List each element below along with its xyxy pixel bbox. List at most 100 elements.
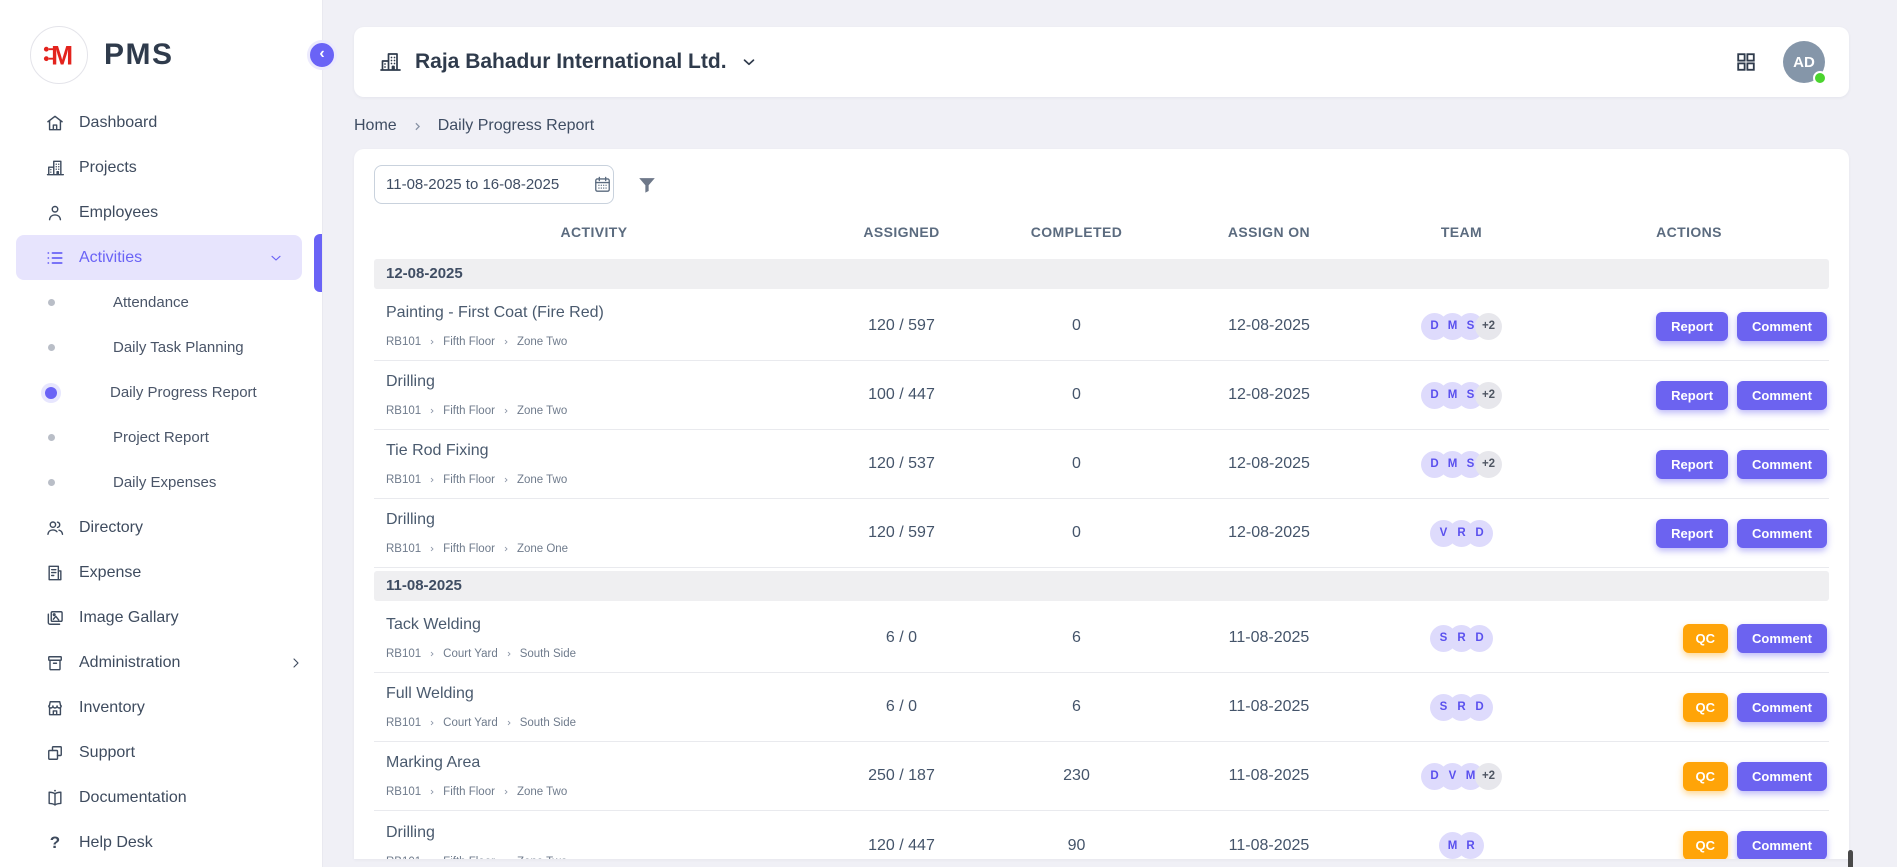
report-button[interactable]: Report bbox=[1656, 450, 1728, 479]
team-extra-badge[interactable]: +2 bbox=[1475, 763, 1502, 790]
company-name: Raja Bahadur International Ltd. bbox=[415, 50, 727, 74]
sidebar-item-administration[interactable]: Administration bbox=[0, 640, 322, 685]
sidebar-item-projects[interactable]: Projects bbox=[0, 145, 322, 190]
comment-button[interactable]: Comment bbox=[1737, 762, 1827, 791]
team-member-badge[interactable]: R bbox=[1457, 832, 1484, 859]
activity-name: Drilling bbox=[386, 511, 814, 529]
sidebar-subitem-label: Project Report bbox=[113, 429, 209, 446]
sidebar-subitem-project-report[interactable]: Project Report bbox=[0, 415, 322, 460]
qc-button[interactable]: QC bbox=[1683, 831, 1729, 859]
qc-button[interactable]: QC bbox=[1683, 693, 1729, 722]
team-member-badge[interactable]: D bbox=[1466, 694, 1493, 721]
chevron-right-icon bbox=[428, 650, 436, 658]
path-segment: Fifth Floor bbox=[443, 543, 495, 555]
team-member-badge[interactable]: D bbox=[1466, 520, 1493, 547]
sidebar-item-help-desk[interactable]: ?Help Desk bbox=[0, 820, 322, 865]
chevron-right-icon bbox=[428, 407, 436, 415]
svg-text:M: M bbox=[51, 41, 73, 71]
activity-cell: Full WeldingRB101Court YardSouth Side bbox=[374, 674, 814, 740]
path-segment: Fifth Floor bbox=[443, 786, 495, 798]
chevron-right-icon bbox=[502, 338, 510, 346]
report-button[interactable]: Report bbox=[1656, 519, 1728, 548]
sidebar-item-expense[interactable]: Expense bbox=[0, 550, 322, 595]
team-avatars: DMS+2 bbox=[1374, 451, 1549, 478]
calendar-icon[interactable] bbox=[593, 175, 612, 194]
user-avatar[interactable]: AD bbox=[1783, 41, 1825, 83]
app-logo: M PMS bbox=[0, 0, 322, 84]
path-segment: RB101 bbox=[386, 405, 421, 417]
main-area: Raja Bahadur International Ltd. AD Home … bbox=[323, 27, 1897, 867]
report-button[interactable]: Report bbox=[1656, 312, 1728, 341]
comment-button[interactable]: Comment bbox=[1737, 450, 1827, 479]
column-header-activity: ACTIVITY bbox=[374, 224, 814, 240]
funnel-icon[interactable] bbox=[636, 174, 658, 196]
table-body: 12-08-2025Painting - First Coat (Fire Re… bbox=[374, 259, 1829, 859]
activity-name: Painting - First Coat (Fire Red) bbox=[386, 304, 814, 322]
actions-cell: Report Comment bbox=[1549, 381, 1829, 410]
breadcrumb-home[interactable]: Home bbox=[354, 117, 397, 135]
activity-cell: DrillingRB101Fifth FloorZone Two bbox=[374, 813, 814, 860]
company-selector[interactable]: Raja Bahadur International Ltd. bbox=[378, 50, 758, 74]
avatar-initials: AD bbox=[1793, 54, 1815, 71]
comment-button[interactable]: Comment bbox=[1737, 831, 1827, 859]
user-icon bbox=[45, 203, 65, 223]
sidebar-item-label: Activities bbox=[79, 249, 254, 267]
table-row: Marking AreaRB101Fifth FloorZone Two250 … bbox=[374, 742, 1829, 811]
sidebar-item-employees[interactable]: Employees bbox=[0, 190, 322, 235]
path-segment: South Side bbox=[520, 717, 576, 729]
qc-button[interactable]: QC bbox=[1683, 762, 1729, 791]
activity-location-path: RB101Fifth FloorZone Two bbox=[386, 856, 814, 860]
sidebar-item-support[interactable]: Support bbox=[0, 730, 322, 775]
sidebar-item-label: Administration bbox=[79, 654, 274, 672]
activity-name: Tie Rod Fixing bbox=[386, 442, 814, 460]
sidebar-item-directory[interactable]: Directory bbox=[0, 505, 322, 550]
bullet-icon bbox=[48, 299, 55, 306]
assigned-value: 120 / 537 bbox=[814, 455, 989, 473]
actions-cell: Report Comment bbox=[1549, 519, 1829, 548]
activity-location-path: RB101Court YardSouth Side bbox=[386, 648, 814, 660]
comment-button[interactable]: Comment bbox=[1737, 519, 1827, 548]
activity-location-path: RB101Fifth FloorZone Two bbox=[386, 474, 814, 486]
team-extra-badge[interactable]: +2 bbox=[1475, 313, 1502, 340]
activity-cell: DrillingRB101Fifth FloorZone Two bbox=[374, 362, 814, 428]
assign-on-date: 12-08-2025 bbox=[1164, 386, 1374, 404]
chevron-right-icon bbox=[428, 788, 436, 796]
comment-button[interactable]: Comment bbox=[1737, 693, 1827, 722]
path-segment: RB101 bbox=[386, 648, 421, 660]
sidebar-item-label: Documentation bbox=[79, 789, 304, 807]
sidebar-item-inventory[interactable]: Inventory bbox=[0, 685, 322, 730]
sidebar-item-documentation[interactable]: Documentation bbox=[0, 775, 322, 820]
receipt-icon bbox=[45, 563, 65, 583]
users-icon bbox=[45, 518, 65, 538]
sidebar-subitem-daily-task-planning[interactable]: Daily Task Planning bbox=[0, 325, 322, 370]
chevron-right-icon bbox=[502, 476, 510, 484]
sidebar-item-image-gallary[interactable]: Image Gallary bbox=[0, 595, 322, 640]
sidebar-subitem-daily-expenses[interactable]: Daily Expenses bbox=[0, 460, 322, 505]
report-button[interactable]: Report bbox=[1656, 381, 1728, 410]
date-group-header: 12-08-2025 bbox=[374, 259, 1829, 289]
team-extra-badge[interactable]: +2 bbox=[1475, 451, 1502, 478]
sidebar-subitem-daily-progress-report[interactable]: Daily Progress Report bbox=[0, 370, 322, 415]
sidebar-subitem-attendance[interactable]: Attendance bbox=[0, 280, 322, 325]
chevron-down-icon bbox=[268, 250, 284, 266]
comment-button[interactable]: Comment bbox=[1737, 381, 1827, 410]
completed-value: 6 bbox=[989, 698, 1164, 716]
sidebar-item-dashboard[interactable]: Dashboard bbox=[0, 100, 322, 145]
comment-button[interactable]: Comment bbox=[1737, 624, 1827, 653]
table-row: Painting - First Coat (Fire Red)RB101Fif… bbox=[374, 292, 1829, 361]
qc-button[interactable]: QC bbox=[1683, 624, 1729, 653]
activity-location-path: RB101Fifth FloorZone Two bbox=[386, 405, 814, 417]
assign-on-date: 11-08-2025 bbox=[1164, 698, 1374, 716]
bullet-icon bbox=[48, 344, 55, 351]
bullet-icon bbox=[45, 387, 57, 399]
team-member-badge[interactable]: D bbox=[1466, 625, 1493, 652]
grid-icon[interactable] bbox=[1735, 51, 1757, 73]
vertical-scrollbar-thumb[interactable] bbox=[1848, 850, 1853, 867]
sidebar-collapse-button[interactable]: ‹ bbox=[307, 40, 337, 70]
online-status-dot bbox=[1813, 71, 1827, 85]
team-extra-badge[interactable]: +2 bbox=[1475, 382, 1502, 409]
date-range-field[interactable] bbox=[374, 165, 614, 204]
sidebar-item-activities[interactable]: Activities bbox=[16, 235, 302, 280]
comment-button[interactable]: Comment bbox=[1737, 312, 1827, 341]
date-range-input[interactable] bbox=[386, 176, 585, 193]
